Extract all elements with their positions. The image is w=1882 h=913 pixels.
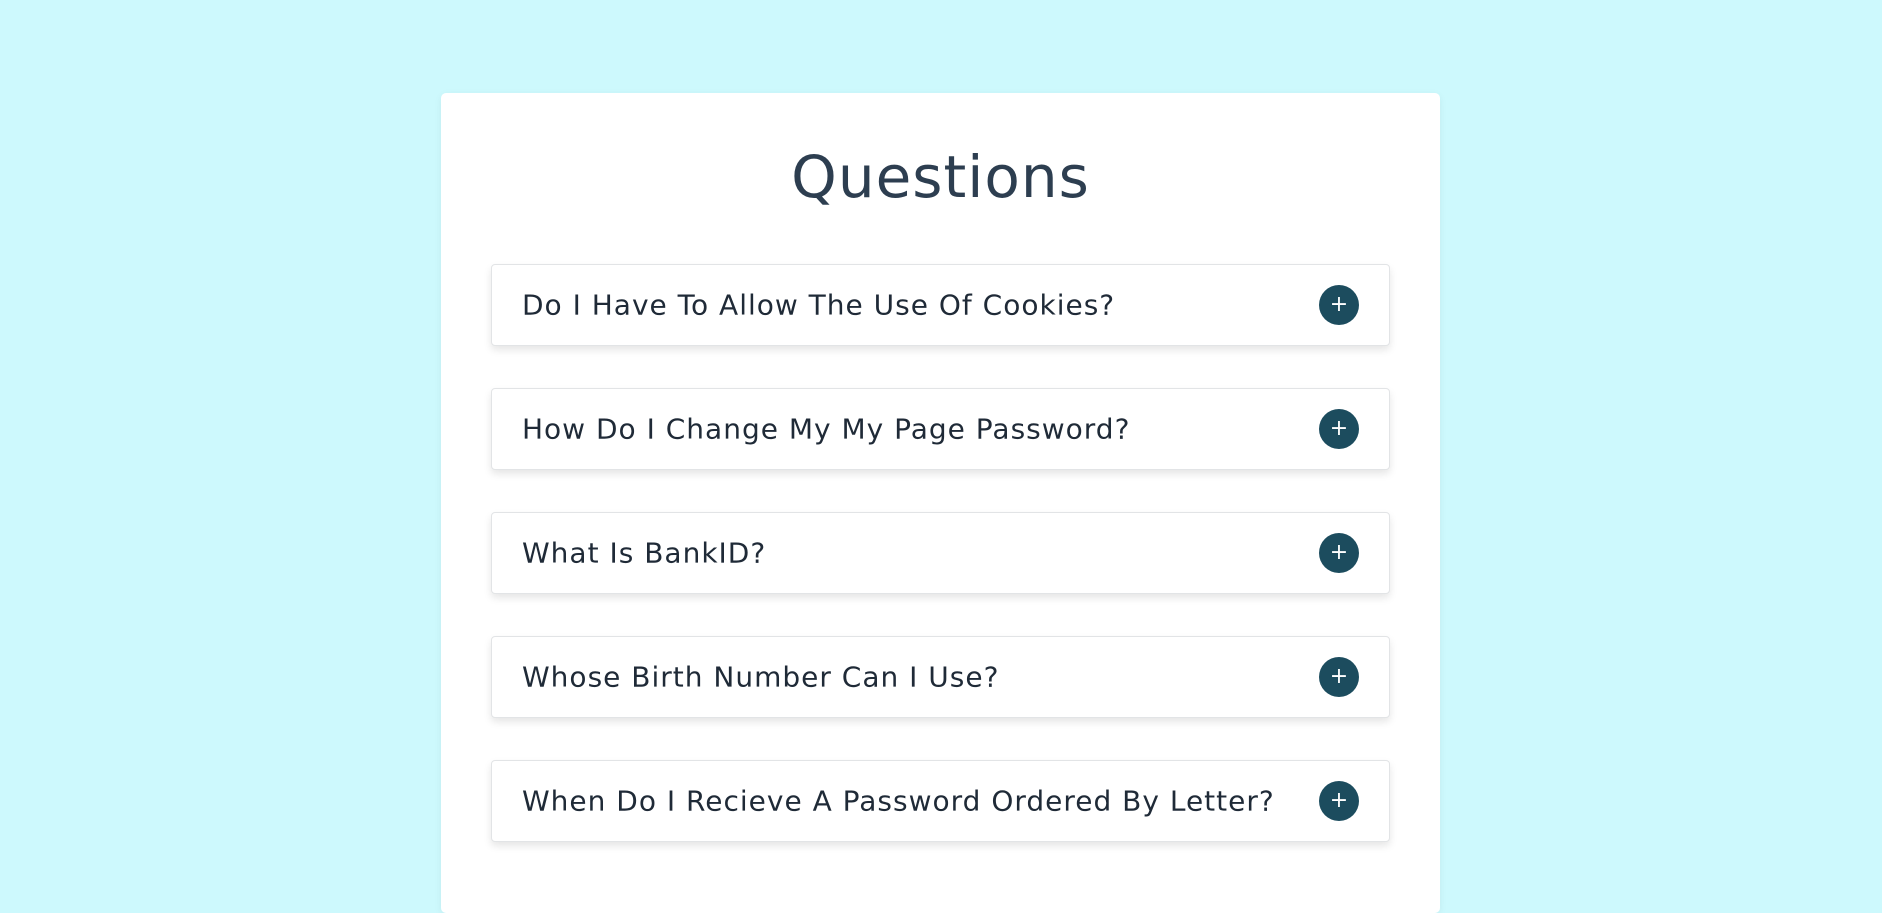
faq-question: How Do I Change My My Page Password? (522, 412, 1131, 446)
plus-icon[interactable]: + (1319, 409, 1359, 449)
faq-question: When Do I Recieve A Password Ordered By … (522, 784, 1275, 818)
plus-icon[interactable]: + (1319, 533, 1359, 573)
faq-list: Do I Have To Allow The Use Of Cookies? +… (491, 264, 1390, 884)
faq-question: What Is BankID? (522, 536, 767, 570)
faq-card: Questions Do I Have To Allow The Use Of … (441, 93, 1440, 913)
faq-item[interactable]: What Is BankID? + (491, 512, 1390, 594)
faq-item[interactable]: When Do I Recieve A Password Ordered By … (491, 760, 1390, 842)
faq-question: Whose Birth Number Can I Use? (522, 660, 1000, 694)
plus-icon[interactable]: + (1319, 285, 1359, 325)
faq-item[interactable]: Whose Birth Number Can I Use? + (491, 636, 1390, 718)
page-title: Questions (791, 143, 1090, 211)
plus-icon[interactable]: + (1319, 781, 1359, 821)
plus-icon[interactable]: + (1319, 657, 1359, 697)
faq-item[interactable]: Do I Have To Allow The Use Of Cookies? + (491, 264, 1390, 346)
faq-question: Do I Have To Allow The Use Of Cookies? (522, 288, 1116, 322)
faq-item[interactable]: How Do I Change My My Page Password? + (491, 388, 1390, 470)
